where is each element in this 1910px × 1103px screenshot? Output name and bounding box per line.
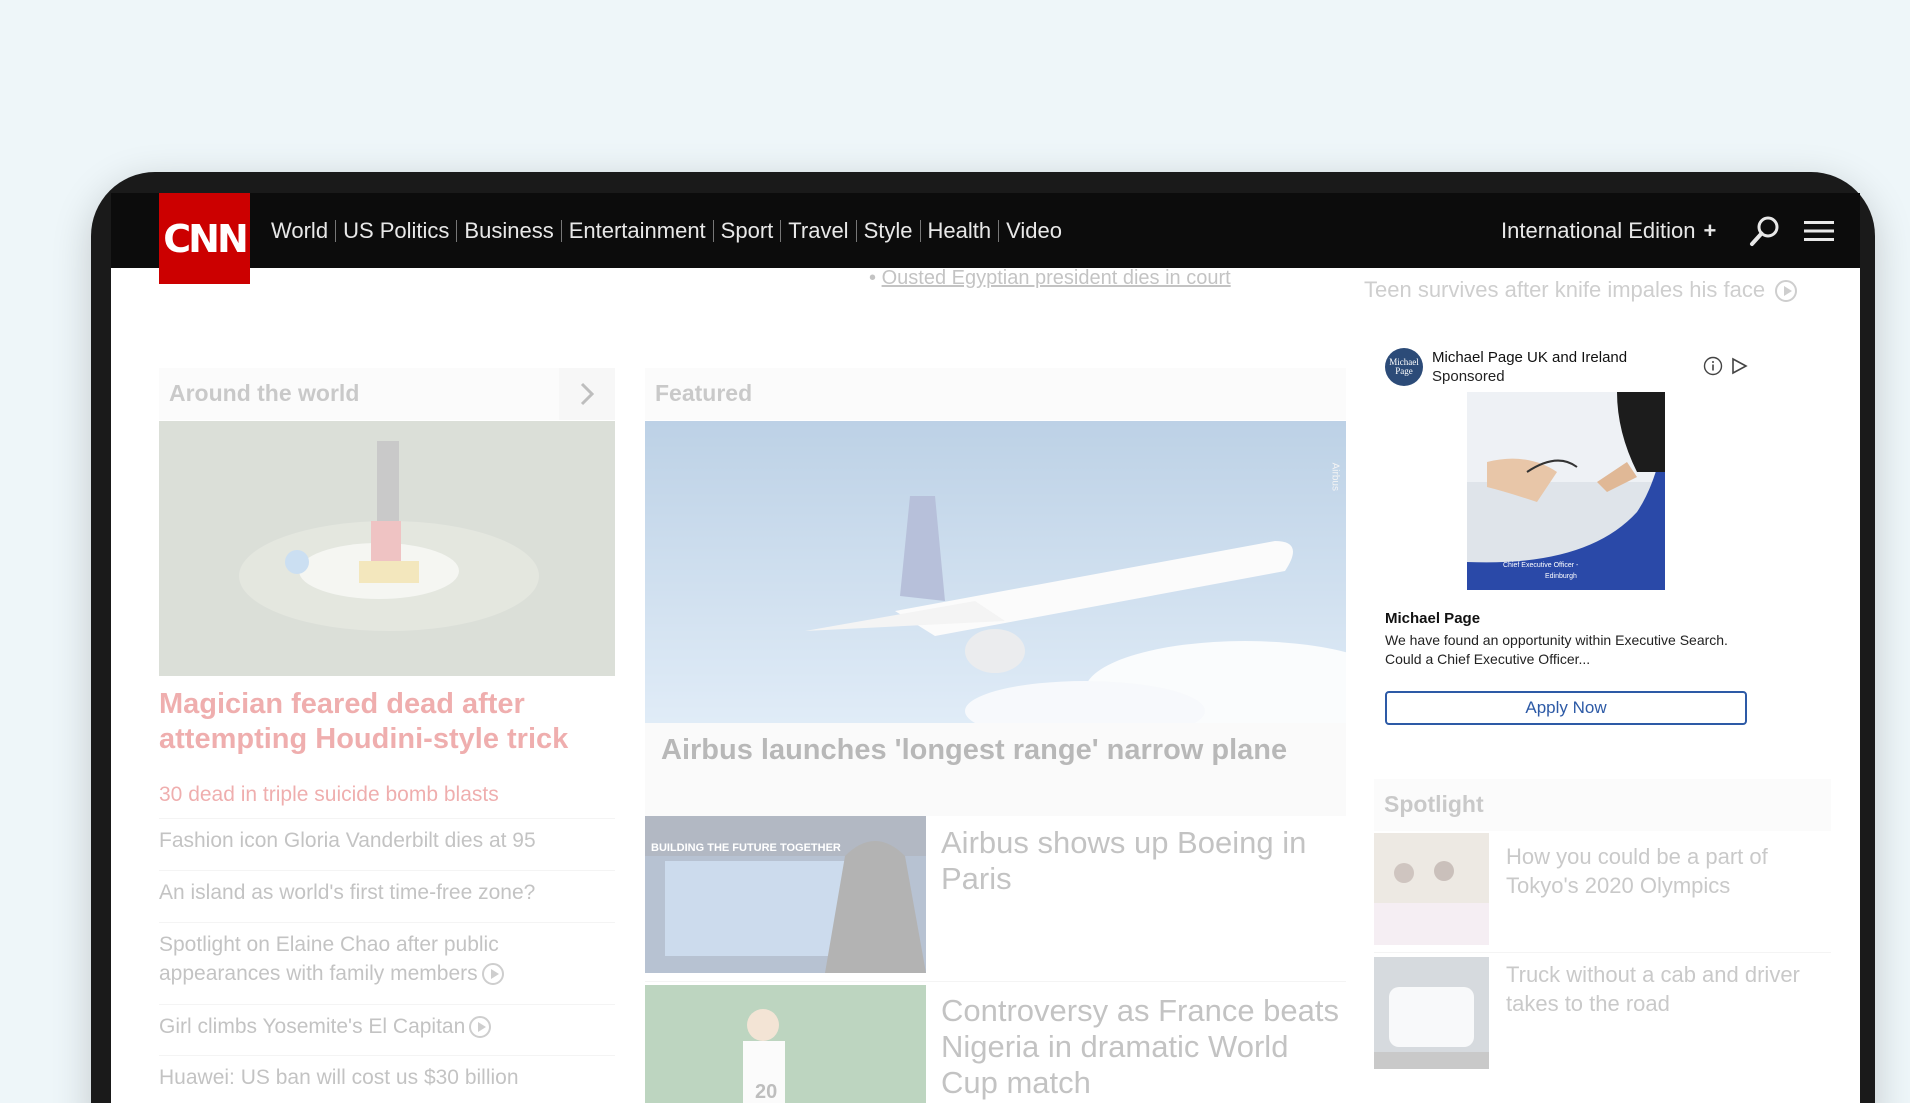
list-item[interactable]: Girl climbs Yosemite's El Capitan	[159, 1004, 615, 1041]
nav-links: World US Politics Business Entertainment…	[264, 193, 1069, 268]
airbus-photo[interactable]: Airbus	[645, 421, 1346, 723]
play-icon	[469, 1016, 492, 1039]
world-cup-thumb[interactable]: 20	[645, 985, 926, 1103]
play-icon	[481, 963, 504, 986]
featured-header: Featured	[645, 368, 1346, 420]
nav-link-video[interactable]: Video	[999, 218, 1069, 244]
jersey-number: 20	[755, 1081, 778, 1103]
ad-image-caption: Chief Executive Officer -	[1503, 562, 1579, 569]
nav-link-travel[interactable]: Travel	[781, 218, 855, 244]
top-headline[interactable]: • Ousted Egyptian president dies in cour…	[869, 267, 1231, 290]
story-title[interactable]: Airbus shows up Boeing in Paris	[941, 825, 1341, 897]
ad-description: We have found an opportunity within Exec…	[1385, 632, 1728, 667]
top-headline-link[interactable]: Ousted Egyptian president dies in court	[882, 267, 1231, 289]
list-item[interactable]: An island as world's first time-free zon…	[159, 870, 615, 907]
top-right-headline-text: Teen survives after knife impales his fa…	[1364, 277, 1766, 302]
cnn-logo[interactable]: CNN	[159, 193, 250, 284]
around-world-header: Around the world	[159, 368, 615, 420]
browser-screen: CNN World US Politics Business Entertain…	[111, 193, 1860, 1103]
nav-link-entertainment[interactable]: Entertainment	[562, 218, 713, 244]
magician-photo[interactable]	[159, 421, 615, 676]
list-item-text: Girl climbs Yosemite's El Capitan	[159, 1015, 466, 1038]
nav-link-sport[interactable]: Sport	[714, 218, 781, 244]
bullet: •	[869, 267, 877, 289]
spotlight-header: Spotlight	[1374, 779, 1831, 831]
divider	[645, 981, 1346, 982]
play-icon	[1775, 280, 1798, 303]
advertiser-avatar[interactable]: Michael Page	[1385, 348, 1423, 386]
spotlight-title: Spotlight	[1384, 791, 1484, 817]
list-item[interactable]: Fashion icon Gloria Vanderbilt dies at 9…	[159, 818, 615, 855]
nav-link-style[interactable]: Style	[857, 218, 920, 244]
lead-headline[interactable]: Magician feared dead after attempting Ho…	[159, 687, 615, 757]
olympics-thumb[interactable]	[1374, 833, 1489, 945]
apply-now-button[interactable]: Apply Now	[1385, 691, 1747, 725]
sponsored-label: Sponsored	[1432, 368, 1505, 385]
menu-icon[interactable]	[1801, 213, 1837, 249]
search-icon[interactable]	[1747, 213, 1783, 249]
around-world-title: Around the world	[169, 380, 360, 406]
list-item-text: Spotlight on Elaine Chao after public ap…	[159, 933, 499, 985]
top-nav: CNN World US Politics Business Entertain…	[111, 193, 1860, 284]
thumb-banner-text: BUILDING THE FUTURE TOGETHER	[651, 842, 841, 854]
spotlight-item[interactable]: How you could be a part of Tokyo's 2020 …	[1506, 842, 1826, 900]
chevron-right-icon[interactable]	[559, 368, 615, 420]
truck-thumb[interactable]	[1374, 957, 1489, 1069]
airbus-boeing-thumb[interactable]: BUILDING THE FUTURE TOGETHER	[645, 816, 926, 973]
list-item[interactable]: 30 dead in triple suicide bomb blasts	[159, 773, 615, 809]
nav-link-world[interactable]: World	[264, 218, 335, 244]
list-item[interactable]: Huawei: US ban will cost us $30 billion	[159, 1055, 615, 1092]
plus-icon: +	[1703, 217, 1717, 243]
edition-label: International Edition	[1501, 217, 1696, 243]
ad-title[interactable]: Michael Page	[1385, 610, 1480, 627]
list-item[interactable]: Spotlight on Elaine Chao after public ap…	[159, 922, 615, 988]
advertiser-name[interactable]: Michael Page UK and Ireland	[1432, 349, 1627, 366]
featured-caption[interactable]: Airbus launches 'longest range' narrow p…	[645, 723, 1346, 816]
edition-selector[interactable]: International Edition +	[1501, 193, 1716, 268]
nav-link-us-politics[interactable]: US Politics	[336, 218, 456, 244]
nav-link-health[interactable]: Health	[921, 218, 999, 244]
ad-image[interactable]: Chief Executive Officer - Edinburgh	[1467, 392, 1665, 590]
featured-title: Featured	[655, 380, 753, 406]
info-icon[interactable]	[1703, 356, 1723, 376]
nav-link-business[interactable]: Business	[457, 218, 560, 244]
ad-image-caption: Edinburgh	[1545, 573, 1577, 580]
top-right-headline[interactable]: Teen survives after knife impales his fa…	[1364, 277, 1798, 303]
divider	[1374, 952, 1831, 953]
image-credit: Airbus	[1329, 462, 1340, 491]
story-title[interactable]: Controversy as France beats Nigeria in d…	[941, 993, 1346, 1101]
adchoices-icon[interactable]	[1729, 356, 1749, 376]
spotlight-item[interactable]: Truck without a cab and driver takes to …	[1506, 960, 1826, 1018]
logo-text: CNN	[163, 216, 248, 261]
